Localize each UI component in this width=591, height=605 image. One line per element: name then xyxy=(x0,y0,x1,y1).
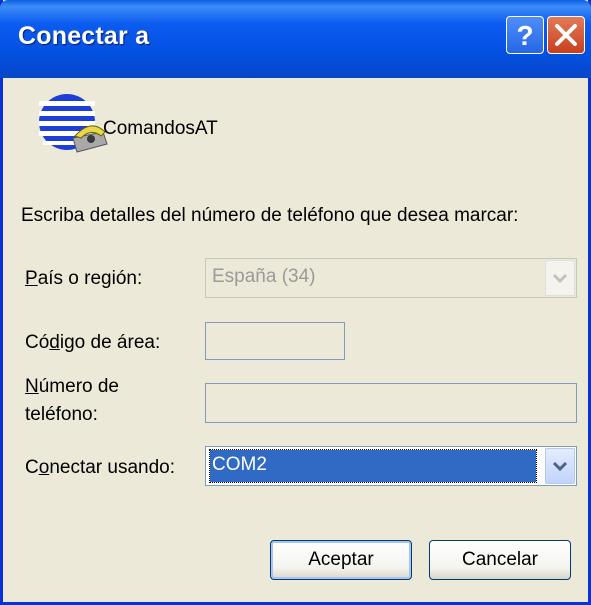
phone-label-line2: teléfono: xyxy=(25,404,98,425)
window-title: Conectar a xyxy=(18,22,150,50)
country-dropdown-arrow[interactable] xyxy=(545,260,575,296)
instructions-text: Escriba detalles del número de teléfono … xyxy=(21,205,519,226)
country-select[interactable]: España (34) xyxy=(205,258,577,298)
close-icon xyxy=(555,24,577,46)
close-button[interactable] xyxy=(547,16,585,54)
chevron-down-icon xyxy=(552,273,568,284)
connect-using-label: Conectar usando: xyxy=(25,457,176,478)
phone-number-input[interactable] xyxy=(205,383,577,423)
connection-name: ComandosAT xyxy=(103,118,218,139)
chevron-down-icon xyxy=(552,461,568,472)
connect-using-dropdown-arrow[interactable] xyxy=(545,448,575,484)
phone-label-line1: Número de xyxy=(25,376,120,397)
area-code-label: Código de área: xyxy=(25,332,161,353)
country-label: País o región: xyxy=(25,268,143,289)
area-code-input[interactable] xyxy=(205,322,345,360)
connect-using-select[interactable]: COM2 xyxy=(205,446,577,486)
country-value: España (34) xyxy=(212,266,316,287)
phone-globe-icon xyxy=(39,94,108,153)
help-icon: ? xyxy=(516,20,534,51)
accept-button[interactable]: Aceptar xyxy=(270,540,412,580)
title-bar[interactable]: Conectar a ? xyxy=(0,0,591,78)
help-button[interactable]: ? xyxy=(506,16,544,54)
dialog-window: Conectar a ? ComandosAT Escriba detalles… xyxy=(0,0,591,605)
connect-using-value: COM2 xyxy=(209,449,537,483)
cancel-button[interactable]: Cancelar xyxy=(429,540,571,580)
